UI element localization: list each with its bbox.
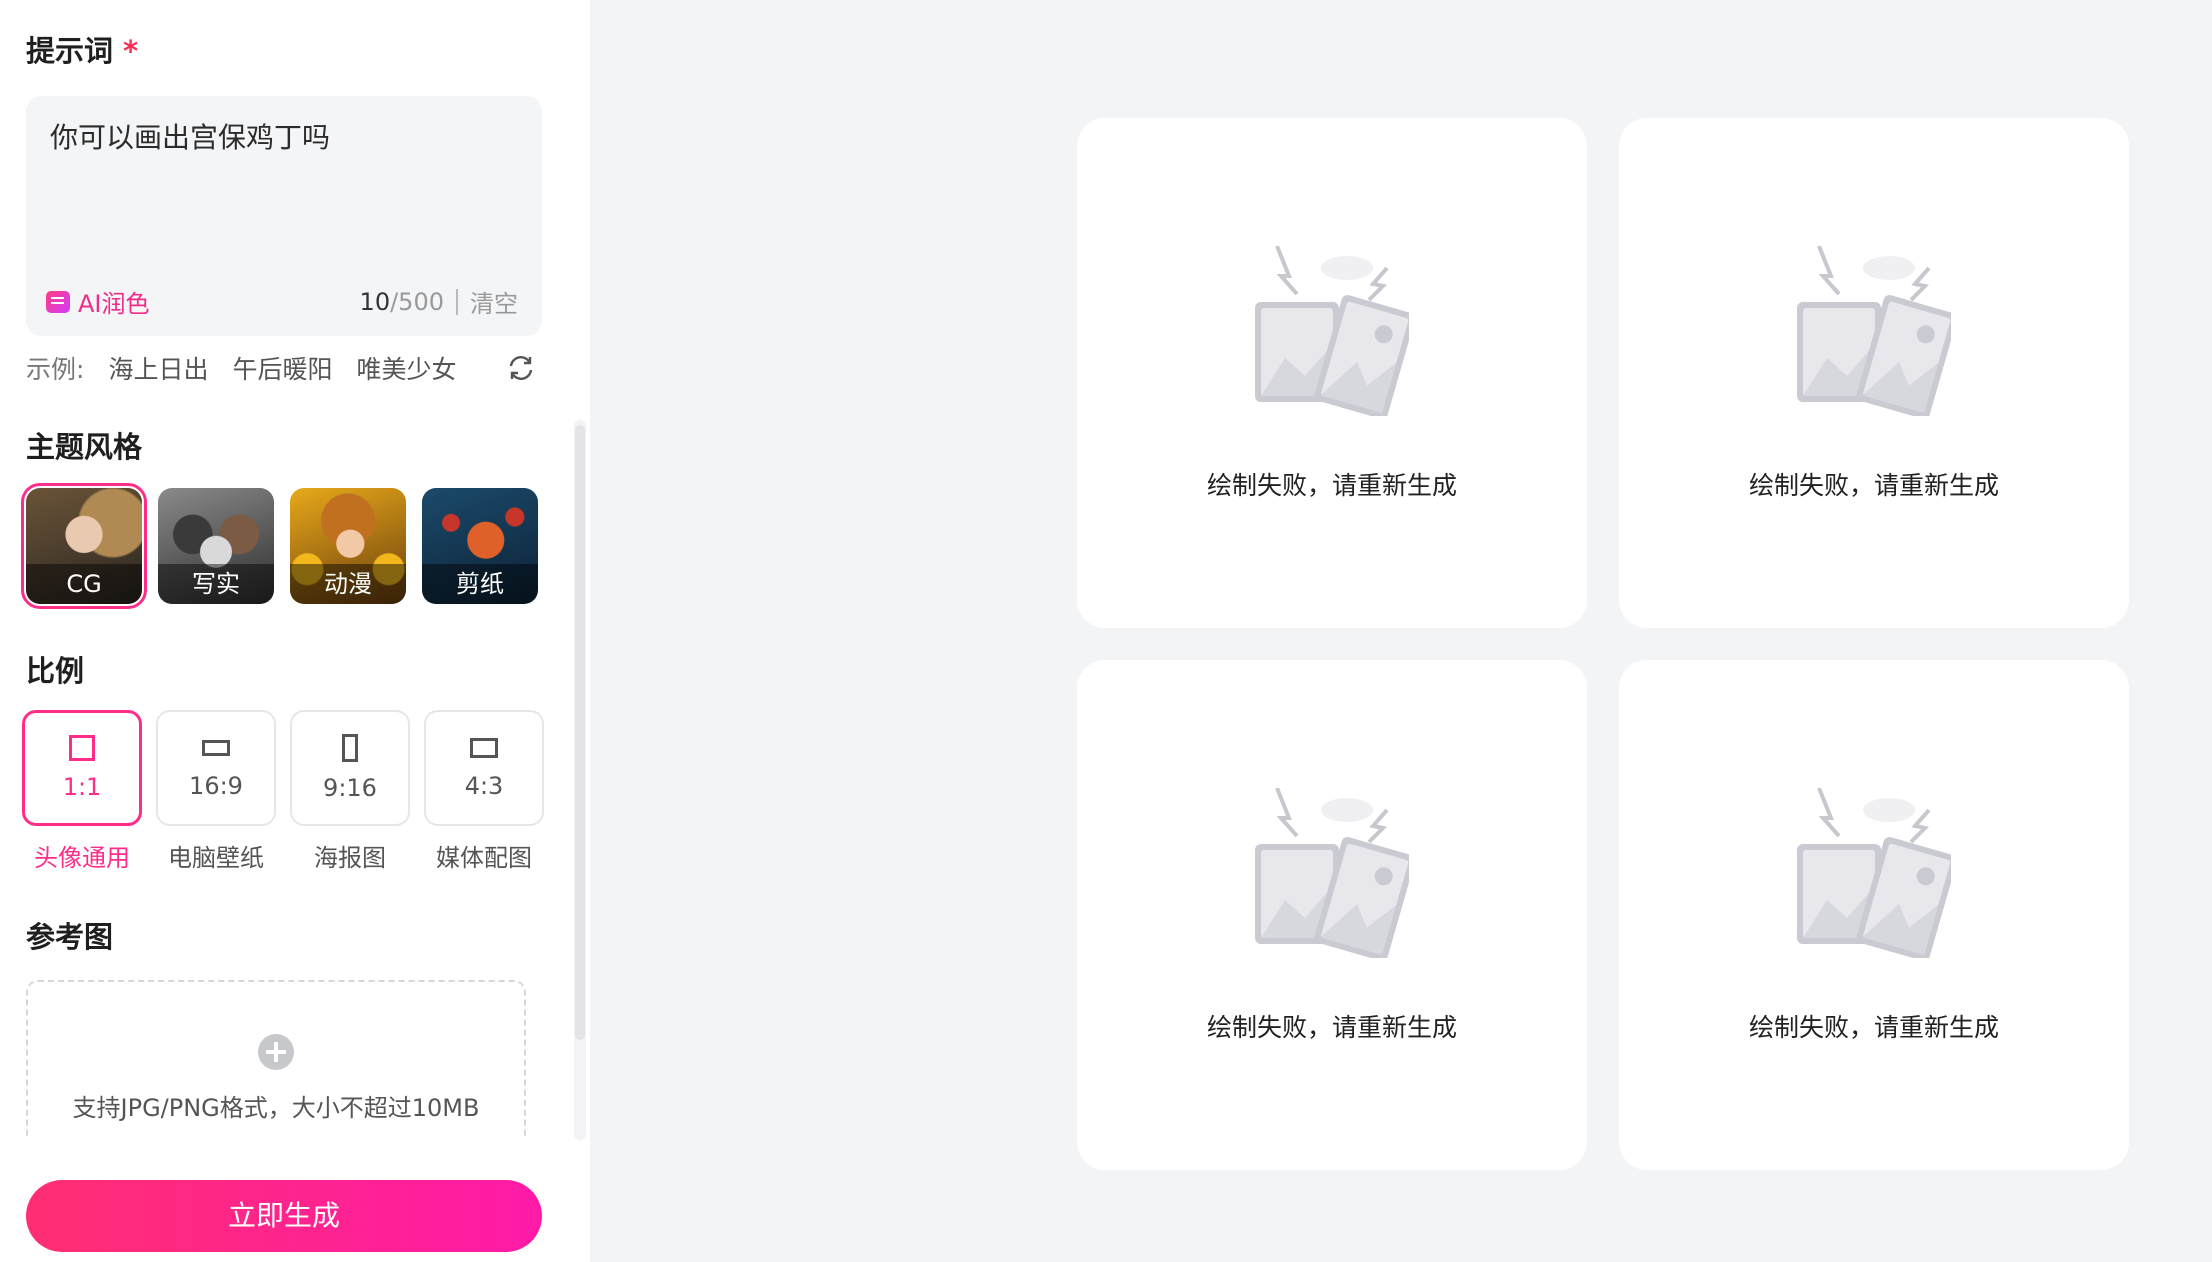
broken-image-icon bbox=[1255, 788, 1409, 958]
ratio-name: 头像通用 bbox=[34, 844, 130, 872]
style-card-papercut[interactable]: 剪纸 bbox=[422, 488, 538, 604]
example-chip[interactable]: 唯美少女 bbox=[356, 350, 456, 386]
ai-polish-button[interactable]: AI润色 bbox=[46, 284, 150, 319]
result-card: 绘制失败，请重新生成 bbox=[1619, 660, 2129, 1170]
result-card: 绘制失败，请重新生成 bbox=[1619, 118, 2129, 628]
landscape-ratio-icon bbox=[470, 738, 498, 758]
ratio-option-16-9: 16:9 电脑壁纸 bbox=[156, 710, 276, 873]
examples-label: 示例: bbox=[26, 355, 85, 384]
prompt-textarea[interactable]: 你可以画出宫保鸡丁吗 AI润色 10 /500 清空 bbox=[26, 96, 542, 336]
result-card: 绘制失败，请重新生成 bbox=[1077, 118, 1587, 628]
ratio-value: 1:1 bbox=[62, 773, 102, 801]
ratio-option-4-3: 4:3 媒体配图 bbox=[424, 710, 544, 873]
refresh-icon[interactable] bbox=[506, 353, 536, 383]
broken-image-icon bbox=[1255, 246, 1409, 416]
result-card: 绘制失败，请重新生成 bbox=[1077, 660, 1587, 1170]
ratio-card[interactable]: 4:3 bbox=[424, 710, 544, 826]
style-label: 剪纸 bbox=[422, 564, 538, 604]
broken-image-icon bbox=[1797, 246, 1951, 416]
ratio-value: 16:9 bbox=[189, 772, 243, 800]
char-counter: 10 /500 清空 bbox=[360, 284, 518, 319]
char-count-max: /500 bbox=[390, 287, 444, 316]
required-mark: * bbox=[123, 34, 139, 68]
portrait-ratio-icon bbox=[342, 734, 358, 762]
error-message: 绘制失败，请重新生成 bbox=[1748, 471, 1999, 500]
prompt-title: 提示词 bbox=[26, 34, 114, 68]
ratio-name: 海报图 bbox=[314, 844, 386, 872]
settings-scroll-area[interactable]: 提示词 * 你可以画出宫保鸡丁吗 AI润色 10 /500 清空 示例: 海上日出… bbox=[0, 0, 590, 1140]
ratio-card[interactable]: 16:9 bbox=[156, 710, 276, 826]
generate-button[interactable]: 立即生成 bbox=[26, 1180, 542, 1252]
landscape-ratio-icon bbox=[202, 740, 230, 756]
style-options: CG 写实 动漫 剪纸 bbox=[21, 483, 538, 609]
ai-polish-label: AI润色 bbox=[78, 290, 150, 318]
style-label: 动漫 bbox=[290, 564, 406, 604]
example-chip[interactable]: 午后暖阳 bbox=[232, 350, 332, 386]
chat-bubble-icon bbox=[46, 290, 70, 313]
prompt-text[interactable]: 你可以画出宫保鸡丁吗 bbox=[50, 116, 330, 156]
style-card-realistic[interactable]: 写实 bbox=[158, 488, 274, 604]
reference-upload-area[interactable]: 支持JPG/PNG格式，大小不超过10MB bbox=[26, 980, 526, 1140]
upload-hint: 支持JPG/PNG格式，大小不超过10MB bbox=[72, 1094, 480, 1122]
divider bbox=[456, 288, 458, 315]
square-ratio-icon bbox=[69, 735, 95, 761]
ratio-value: 4:3 bbox=[464, 772, 504, 800]
prompt-section-title: 提示词 * bbox=[26, 28, 138, 70]
plus-icon bbox=[258, 1034, 294, 1070]
results-grid: 绘制失败，请重新生成 绘制失败，请重新生成 绘制失败，请重新生成 绘制失败，请重… bbox=[1077, 118, 2129, 1170]
style-card-cg[interactable]: CG bbox=[21, 483, 147, 609]
ratio-name: 电脑壁纸 bbox=[168, 844, 264, 872]
left-panel: 提示词 * 你可以画出宫保鸡丁吗 AI润色 10 /500 清空 示例: 海上日出… bbox=[0, 0, 590, 1262]
ratio-card[interactable]: 1:1 bbox=[22, 710, 142, 826]
style-label: 写实 bbox=[158, 564, 274, 604]
ratio-option-9-16: 9:16 海报图 bbox=[290, 710, 410, 873]
ratio-section-title: 比例 bbox=[26, 654, 85, 688]
ratio-options: 1:1 头像通用 16:9 电脑壁纸 9:16 海报图 4:3 媒体配图 bbox=[22, 710, 544, 873]
style-section-title: 主题风格 bbox=[26, 430, 143, 464]
clear-button[interactable]: 清空 bbox=[470, 284, 518, 319]
example-chip[interactable]: 海上日出 bbox=[108, 350, 208, 386]
style-label: CG bbox=[26, 564, 142, 604]
error-message: 绘制失败，请重新生成 bbox=[1206, 1013, 1457, 1042]
error-message: 绘制失败，请重新生成 bbox=[1748, 1013, 1999, 1042]
char-count-current: 10 bbox=[359, 287, 391, 316]
ratio-card[interactable]: 9:16 bbox=[290, 710, 410, 826]
broken-image-icon bbox=[1797, 788, 1951, 958]
scrollbar-thumb[interactable] bbox=[575, 425, 585, 1040]
examples-row: 示例: 海上日出 午后暖阳 唯美少女 bbox=[26, 350, 456, 386]
ratio-option-1-1: 1:1 头像通用 bbox=[22, 710, 142, 873]
style-card-anime[interactable]: 动漫 bbox=[290, 488, 406, 604]
error-message: 绘制失败，请重新生成 bbox=[1206, 471, 1457, 500]
reference-section-title: 参考图 bbox=[26, 920, 114, 954]
ratio-value: 9:16 bbox=[323, 774, 377, 802]
ratio-name: 媒体配图 bbox=[436, 844, 532, 872]
